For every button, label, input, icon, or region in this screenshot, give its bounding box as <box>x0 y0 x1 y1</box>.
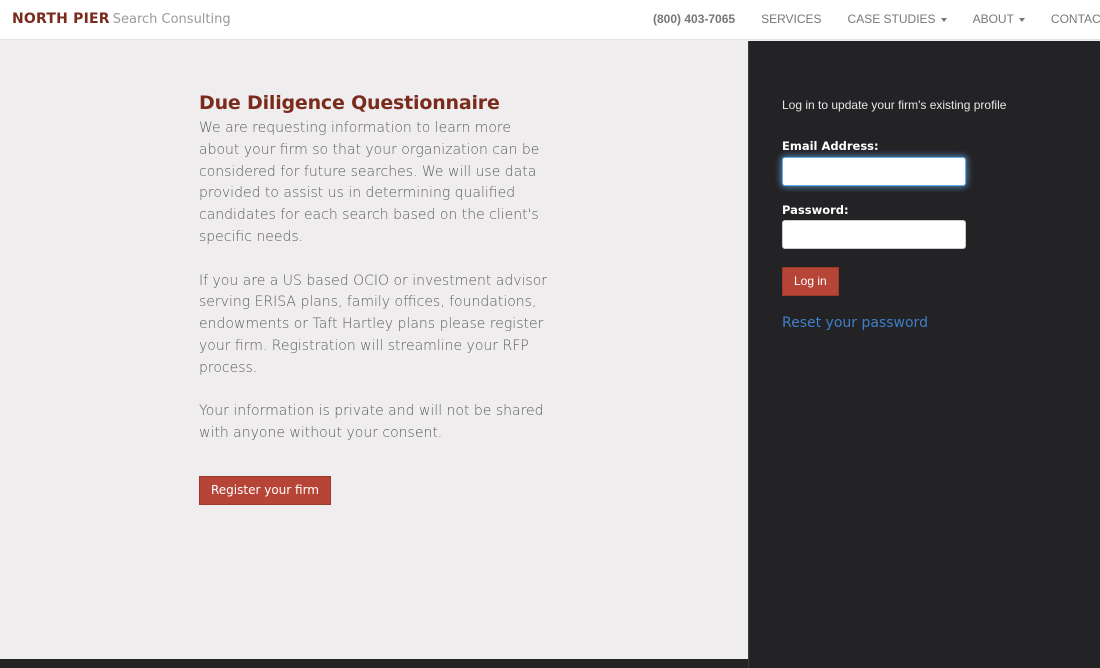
nav-contact-label: CONTACT <box>1050 12 1100 26</box>
intro-paragraph: We are requesting information to learn m… <box>199 120 540 245</box>
nav-case-studies-label: CASE STUDIES <box>847 12 936 26</box>
eligibility-paragraph: If you are a US based OCIO or investment… <box>199 272 548 376</box>
nav-menu: (800) 403-7065 SERVICES CASE STUDIES ABO… <box>653 0 1100 38</box>
privacy-paragraph: Your information is private and will not… <box>199 403 544 442</box>
email-input[interactable] <box>782 157 966 186</box>
caret-down-icon <box>940 17 947 22</box>
page-title: Due Diligence Questionnaire <box>199 92 500 114</box>
main-content: Due Diligence Questionnaire We are reque… <box>0 41 748 659</box>
questionnaire-intro: Due Diligence Questionnaire We are reque… <box>199 90 549 445</box>
register-firm-button[interactable]: Register your firm <box>199 476 331 505</box>
top-navbar: NORTH PIER Search Consulting (800) 403-70… <box>0 0 1100 40</box>
phone-number[interactable]: (800) 403-7065 <box>653 12 735 26</box>
nav-about[interactable]: ABOUT <box>973 12 1025 26</box>
brand-tagline: Search Consulting <box>112 12 231 27</box>
login-button[interactable]: Log in <box>782 267 839 296</box>
nav-case-studies[interactable]: CASE STUDIES <box>848 12 947 26</box>
nav-services[interactable]: SERVICES <box>761 12 821 26</box>
login-intro-text: Log in to update your firm's existing pr… <box>782 98 1007 112</box>
nav-about-label: ABOUT <box>972 12 1014 26</box>
password-input[interactable] <box>782 220 966 249</box>
caret-down-icon <box>1018 17 1025 22</box>
brand-name: NORTH PIER <box>12 11 110 27</box>
brand-logo[interactable]: NORTH PIER Search Consulting <box>12 10 231 29</box>
email-label: Email Address: <box>782 139 879 153</box>
nav-contact[interactable]: CONTACT <box>1051 12 1100 26</box>
reset-password-link[interactable]: Reset your password <box>782 315 928 331</box>
password-label: Password: <box>782 203 849 217</box>
nav-services-label: SERVICES <box>761 12 822 26</box>
login-panel: Log in to update your firm's existing pr… <box>748 41 1100 668</box>
footer-strip <box>0 659 748 668</box>
